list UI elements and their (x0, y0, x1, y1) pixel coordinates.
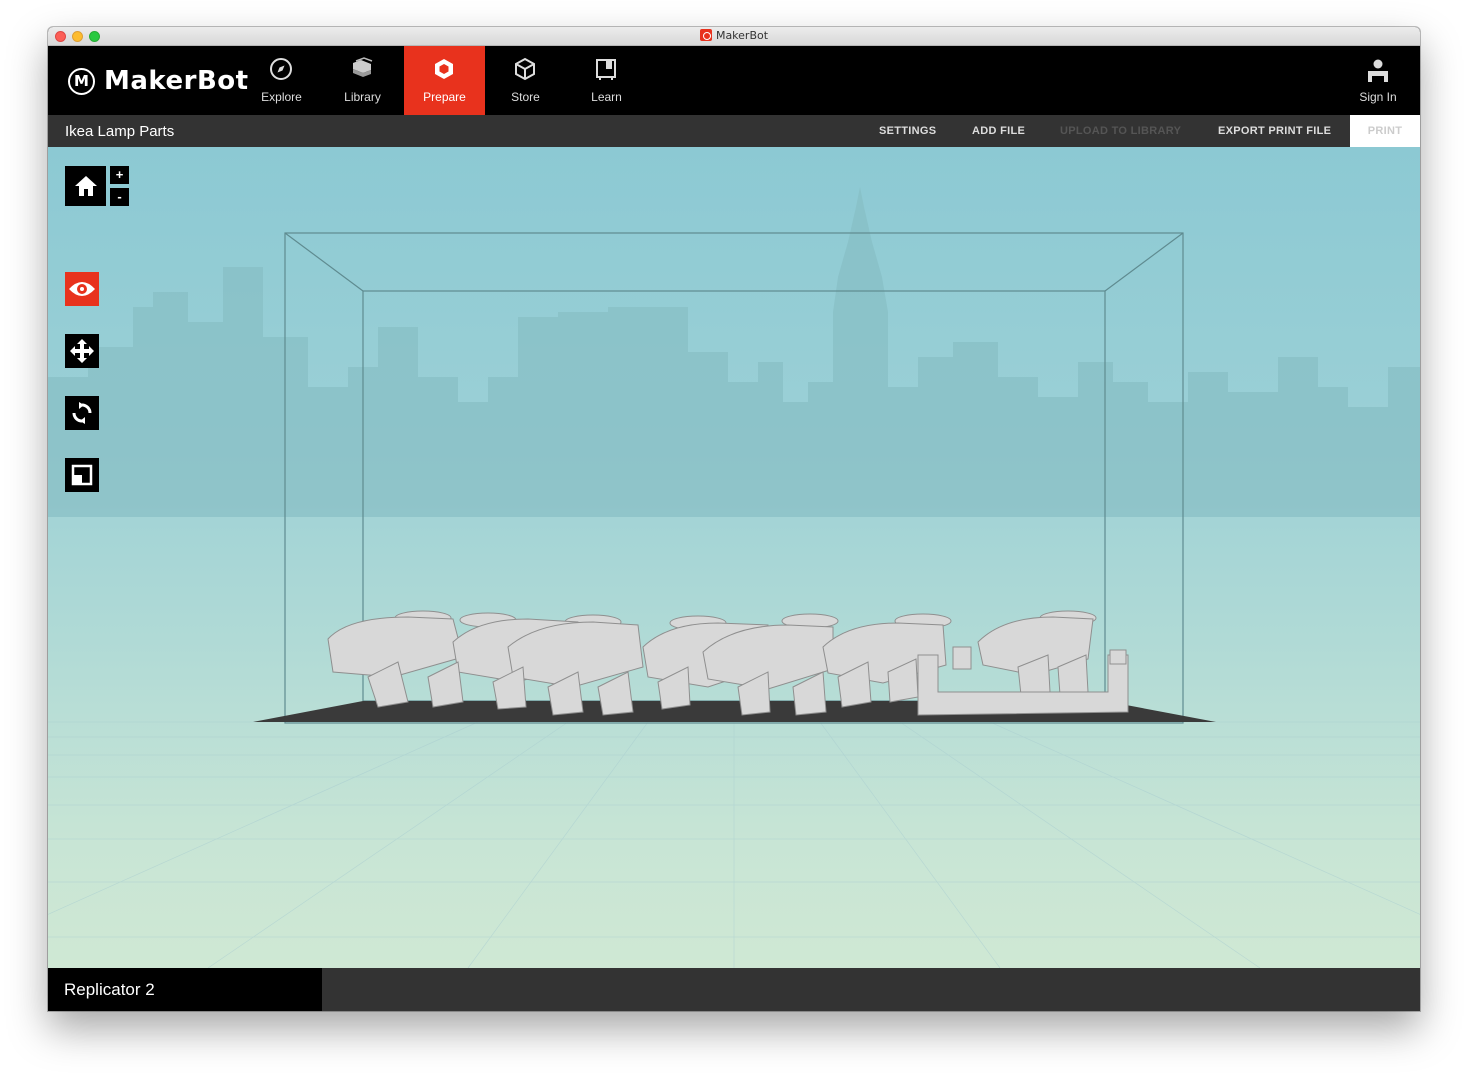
makerbot-logo[interactable]: MakerBot (68, 66, 249, 96)
title-bar: MakerBot (48, 27, 1420, 46)
export-print-file-button[interactable]: EXPORT PRINT FILE (1218, 115, 1331, 147)
project-toolbar: Ikea Lamp Parts SETTINGS ADD FILE UPLOAD… (48, 115, 1420, 147)
view-tool-button[interactable] (65, 272, 99, 306)
nav-store-label: Store (511, 90, 540, 104)
move-icon (70, 339, 94, 363)
sign-in-button[interactable]: Sign In (1336, 46, 1420, 115)
prepare-icon (435, 59, 453, 79)
makerbot-app-icon (699, 29, 712, 41)
scale-tool-button[interactable] (65, 458, 99, 492)
city-skyline (48, 187, 1420, 517)
home-view-button[interactable] (65, 166, 106, 206)
floor-grid (48, 721, 1420, 968)
sign-in-label: Sign In (1359, 90, 1397, 104)
learn-book-icon (596, 59, 616, 80)
settings-button[interactable]: SETTINGS (879, 115, 936, 147)
library-icon (353, 57, 373, 77)
top-navigation: MakerBot Explore Library Prepare (48, 46, 1420, 115)
user-icon (1368, 59, 1388, 82)
printer-selector[interactable]: Replicator 2 (48, 968, 322, 1011)
app-window: MakerBot MakerBot Explore Library (48, 27, 1420, 1011)
zoom-in-button[interactable]: + (110, 166, 129, 184)
add-file-button[interactable]: ADD FILE (972, 115, 1025, 147)
scale-icon (71, 464, 93, 486)
project-title: Ikea Lamp Parts (65, 123, 175, 140)
zoom-out-button[interactable]: - (110, 188, 129, 206)
window-title-text: MakerBot (715, 29, 769, 42)
makerbot-logo-icon (68, 67, 95, 95)
home-icon (74, 176, 97, 196)
nav-prepare-label: Prepare (423, 90, 466, 104)
status-bar: Replicator 2 (48, 968, 1420, 1011)
nav-store[interactable]: Store (485, 46, 566, 115)
rotate-tool-button[interactable] (65, 396, 99, 430)
nav-library[interactable]: Library (322, 46, 403, 115)
compass-icon (270, 58, 292, 80)
build-plate-scene (48, 187, 1420, 968)
nav-explore[interactable]: Explore (241, 46, 322, 115)
brand-name: MakerBot (104, 66, 249, 96)
3d-viewport[interactable]: + - (48, 147, 1420, 968)
lamp-parts (327, 610, 1129, 716)
nav-learn[interactable]: Learn (566, 46, 647, 115)
window-title: MakerBot (48, 29, 1420, 42)
upload-to-library-button[interactable]: UPLOAD TO LIBRARY (1060, 115, 1181, 147)
move-tool-button[interactable] (65, 334, 99, 368)
rotate-icon (72, 402, 92, 424)
nav-prepare[interactable]: Prepare (404, 46, 485, 115)
nav-library-label: Library (344, 90, 381, 104)
nav-explore-label: Explore (261, 90, 302, 104)
eye-icon (69, 282, 95, 296)
print-button[interactable]: PRINT (1350, 115, 1420, 147)
nav-learn-label: Learn (591, 90, 622, 104)
store-box-icon (515, 57, 535, 81)
